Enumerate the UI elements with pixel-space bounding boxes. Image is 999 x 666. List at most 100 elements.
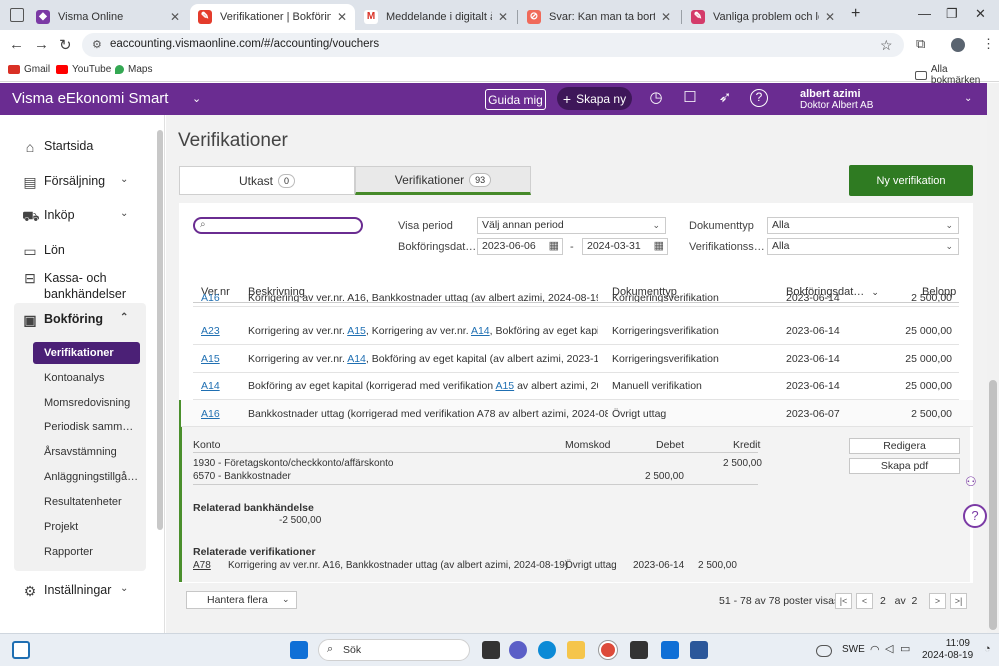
rocket-icon[interactable]: ➶: [715, 88, 735, 108]
doctype-select[interactable]: Alla ⌄: [767, 217, 959, 234]
create-new-button[interactable]: + Skapa ny: [557, 87, 632, 110]
sidebar-sub-projekt[interactable]: Projekt: [44, 521, 78, 533]
related-voucher-link[interactable]: A78: [193, 560, 211, 571]
period-select[interactable]: Välj annan period ⌄: [477, 217, 666, 234]
sidebar-item-bokforing[interactable]: ▣ Bokföring ⌃: [22, 312, 128, 328]
app-title[interactable]: Visma eEkonomi Smart: [12, 90, 168, 107]
back-icon[interactable]: ←: [9, 36, 24, 53]
bookmark-gmail[interactable]: Gmail: [8, 64, 50, 75]
tab-verifikationer[interactable]: Verifikationer 93: [355, 166, 531, 195]
close-tab-icon[interactable]: ✕: [498, 10, 508, 24]
table-row[interactable]: A16 Korrigering av ver.nr. A16, Bankkost…: [193, 291, 959, 307]
voucher-series-select[interactable]: Alla ⌄: [767, 238, 959, 255]
new-tab-icon[interactable]: +: [851, 5, 860, 23]
browser-tab-svar[interactable]: ⊘ Svar: Kan man ta bort räkensk ✕: [519, 4, 679, 30]
bookmark-youtube[interactable]: YouTube: [56, 64, 111, 75]
first-page-icon[interactable]: |<: [835, 593, 852, 609]
chevron-down-icon[interactable]: ⌄: [964, 93, 972, 104]
related-bank-amount[interactable]: -2 500,00: [279, 515, 321, 526]
sidebar-item-inkop[interactable]: ⛟ Inköp ⌄: [22, 208, 128, 224]
close-tab-icon[interactable]: ✕: [170, 10, 180, 24]
wifi-icon[interactable]: ◠: [870, 643, 880, 656]
help-icon[interactable]: ?: [750, 89, 768, 107]
store-icon[interactable]: [630, 641, 648, 659]
guide-button[interactable]: Guida mig: [485, 89, 546, 110]
last-page-icon[interactable]: >|: [950, 593, 967, 609]
word-icon[interactable]: [690, 641, 708, 659]
file-explorer-icon[interactable]: [567, 641, 585, 659]
sidebar-sub-kontoanalys[interactable]: Kontoanalys: [44, 372, 105, 384]
sidebar-item-kassa-bank[interactable]: ⊟ Kassa- och bankhändelser: [22, 270, 126, 302]
prev-page-icon[interactable]: <: [856, 593, 873, 609]
site-info-icon[interactable]: ⚙: [92, 38, 102, 51]
tab-actions-icon[interactable]: [10, 8, 24, 22]
maximize-icon[interactable]: ❐: [946, 6, 958, 22]
calendar-icon[interactable]: ▦: [549, 239, 559, 254]
close-window-icon[interactable]: ✕: [975, 6, 986, 22]
close-tab-icon[interactable]: ✕: [825, 10, 835, 24]
browser-menu-icon[interactable]: ⋮: [982, 36, 995, 52]
profile-avatar[interactable]: [951, 38, 965, 52]
close-tab-icon[interactable]: ✕: [661, 10, 671, 24]
widgets-icon[interactable]: [12, 641, 30, 659]
teams-icon[interactable]: [509, 641, 527, 659]
chat-icon[interactable]: ☐: [680, 88, 700, 108]
table-row[interactable]: A15 Korrigering av ver.nr. A14, Bokförin…: [193, 345, 959, 373]
new-voucher-button[interactable]: Ny verifikation: [849, 165, 973, 196]
start-icon[interactable]: [290, 641, 308, 659]
chrome-icon[interactable]: [598, 640, 618, 660]
sidebar-sub-periodisk[interactable]: Periodisk samm…: [44, 421, 133, 433]
volume-icon[interactable]: ◁: [885, 642, 893, 655]
sidebar-item-lon[interactable]: ▭ Lön: [22, 243, 64, 259]
time-tracking-icon[interactable]: ◷: [646, 88, 666, 108]
date-from-input[interactable]: 2023-06-06 ▦: [477, 238, 563, 255]
browser-tab-visma-online[interactable]: ◆ Visma Online ✕: [28, 4, 188, 30]
language-indicator[interactable]: SWE: [842, 644, 865, 655]
browser-tab-vanliga-problem[interactable]: ✎ Vanliga problem och lösningar ✕: [683, 4, 843, 30]
create-pdf-button[interactable]: Skapa pdf: [849, 458, 960, 474]
sidebar-sub-anlaggningstillgangar[interactable]: Anläggningstillgå…: [44, 471, 138, 483]
task-view-icon[interactable]: [482, 641, 500, 659]
search-input[interactable]: [193, 217, 363, 234]
clock-time[interactable]: 11:09: [944, 638, 970, 649]
table-row[interactable]: A23 Korrigering av ver.nr. A15, Korriger…: [193, 317, 959, 345]
sidebar-item-startsida[interactable]: ⌂ Startsida: [22, 139, 94, 155]
company-name[interactable]: Doktor Albert AB: [800, 100, 873, 111]
table-row[interactable]: A16 Bankkostnader uttag (korrigerad med …: [193, 400, 959, 428]
bookmark-maps[interactable]: Maps: [115, 64, 152, 75]
chevron-down-icon[interactable]: ⌄: [192, 92, 201, 105]
assistant-icon[interactable]: ⚇: [965, 474, 987, 494]
edge-icon[interactable]: [538, 641, 556, 659]
forward-icon[interactable]: →: [34, 36, 49, 53]
calendar-icon[interactable]: ▦: [654, 239, 664, 254]
mail-icon[interactable]: [661, 641, 679, 659]
sidebar-sub-verifikationer[interactable]: Verifikationer: [44, 347, 114, 359]
manage-multiple-select[interactable]: Hantera flera: [186, 591, 297, 609]
sidebar-sub-momsredovisning[interactable]: Momsredovisning: [44, 397, 130, 409]
user-name[interactable]: albert azimi: [800, 88, 861, 100]
browser-tab-verifikationer[interactable]: ✎ Verifikationer | Bokföring ✕: [190, 4, 355, 30]
battery-icon[interactable]: ▭: [900, 642, 910, 655]
sidebar-scrollbar[interactable]: [157, 130, 163, 530]
cloud-icon[interactable]: [816, 645, 832, 657]
browser-tab-gmail[interactable]: M Meddelande i digitalt årsredov ✕: [356, 4, 516, 30]
extensions-icon[interactable]: ⧉: [916, 36, 925, 52]
edit-button[interactable]: Redigera: [849, 438, 960, 454]
close-tab-icon[interactable]: ✕: [337, 10, 347, 24]
sidebar-sub-arsavstamning[interactable]: Årsavstämning: [44, 446, 117, 458]
reload-icon[interactable]: ↻: [59, 36, 72, 54]
scrollbar-thumb[interactable]: [989, 380, 997, 630]
taskbar-search-input[interactable]: [318, 639, 470, 661]
next-page-icon[interactable]: >: [929, 593, 946, 609]
sidebar-sub-rapporter[interactable]: Rapporter: [44, 546, 93, 558]
table-row[interactable]: A14 Bokföring av eget kapital (korrigera…: [193, 372, 959, 400]
sidebar-item-installningar[interactable]: ⚙ Inställningar ⌄: [22, 583, 129, 599]
clock-date[interactable]: 2024-08-19: [922, 650, 973, 661]
bookmark-star-icon[interactable]: ☆: [880, 37, 893, 54]
tab-utkast[interactable]: Utkast 0: [179, 166, 355, 195]
sidebar-sub-resultatenheter[interactable]: Resultatenheter: [44, 496, 122, 508]
date-to-input[interactable]: 2024-03-31 ▦: [582, 238, 668, 255]
notifications-icon[interactable]: ◔: [984, 643, 991, 655]
help-icon[interactable]: ?: [963, 504, 987, 528]
sidebar-item-forsaljning[interactable]: ▤ Försäljning ⌄: [22, 174, 128, 190]
